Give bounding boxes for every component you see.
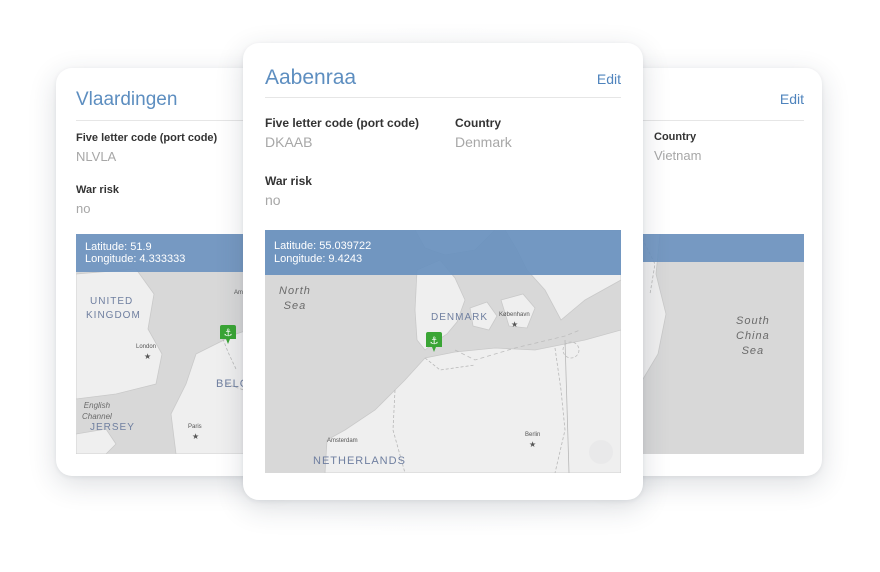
map-city-kobenhavn: København xyxy=(499,312,530,318)
war-risk-label: War risk xyxy=(265,174,312,188)
map-label-jersey: JERSEY xyxy=(90,422,135,433)
longitude-text: Longitude: 9.4243 xyxy=(274,253,363,265)
war-risk-label: War risk xyxy=(76,184,120,196)
map-city-amsterdam: Amsterdam xyxy=(327,438,358,444)
port-map[interactable]: Latitude: 55.039722 Longitude: 9.4243 No… xyxy=(265,230,621,473)
country-value: Vietnam xyxy=(654,148,702,163)
edit-button[interactable]: Edit xyxy=(597,71,621,87)
latitude-text: Latitude: 55.039722 xyxy=(274,240,372,252)
map-label-united: UNITED xyxy=(90,296,134,307)
war-risk-value: no xyxy=(76,201,91,216)
map-city-paris: Paris xyxy=(188,424,202,430)
port-card-aabenraa: Aabenraa Edit Five letter code (port cod… xyxy=(243,43,643,500)
capital-star-icon: ★ xyxy=(144,352,152,361)
port-code-value: NLVLA xyxy=(76,149,117,164)
map-city-berlin: Berlin xyxy=(525,432,541,438)
port-code-value: DKAAB xyxy=(265,134,313,150)
divider xyxy=(265,97,621,98)
map-label-north-sea: North Sea xyxy=(279,285,311,312)
map-label-netherlands: NETHERLANDS xyxy=(313,455,406,467)
anchor-pin-icon[interactable]: ⚓ xyxy=(426,332,442,353)
port-code-label: Five letter code (port code) xyxy=(76,132,218,144)
edit-button[interactable]: Edit xyxy=(780,91,804,107)
map-label-english-channel: English Channel xyxy=(82,401,112,421)
port-title: Aabenraa xyxy=(265,66,357,89)
svg-text:⚓: ⚓ xyxy=(224,328,233,339)
capital-star-icon: ★ xyxy=(511,320,519,329)
port-code-label: Five letter code (port code) xyxy=(265,116,420,130)
anchor-pin-icon[interactable]: ⚓ xyxy=(220,325,236,345)
country-label: Country xyxy=(455,116,501,130)
coordinates-bar: Latitude: 55.039722 Longitude: 9.4243 xyxy=(265,230,621,275)
map-label-denmark: DENMARK xyxy=(431,312,489,323)
country-label: Country xyxy=(654,131,697,143)
map-label-south-china-sea: South China Sea xyxy=(736,315,770,357)
capital-star-icon: ★ xyxy=(529,440,537,449)
svg-text:⚓: ⚓ xyxy=(430,336,439,347)
capital-star-icon: ★ xyxy=(192,432,200,441)
map-city-london: London xyxy=(136,344,157,350)
port-title: Vlaardingen xyxy=(76,89,178,110)
country-value: Denmark xyxy=(455,134,512,150)
map-label-kingdom: KINGDOM xyxy=(86,310,141,321)
war-risk-value: no xyxy=(265,192,281,208)
